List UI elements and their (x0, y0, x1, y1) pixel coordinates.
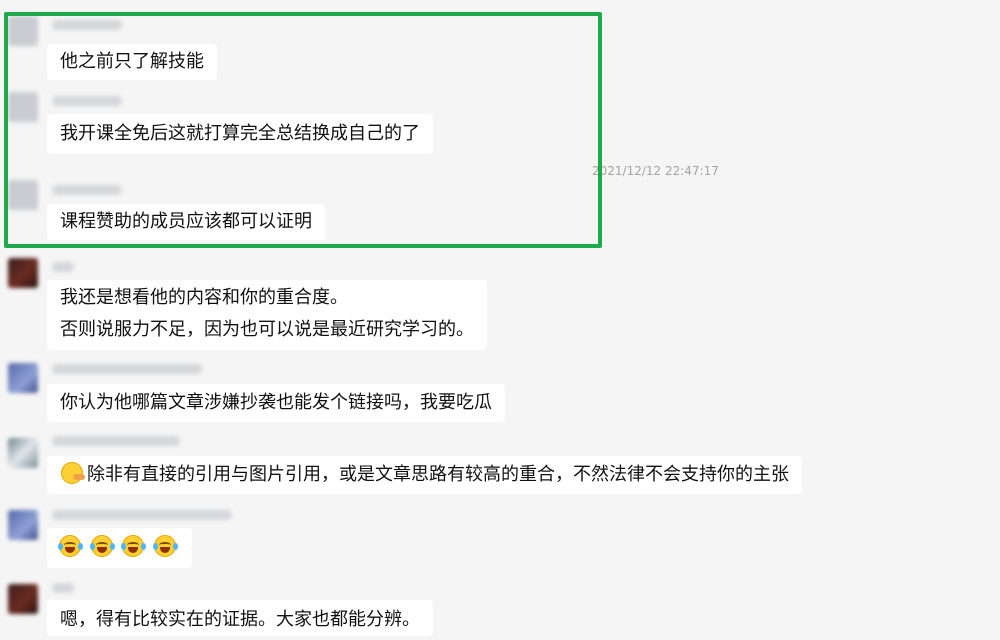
message-bubble[interactable] (47, 528, 193, 568)
message-line: 否则说服力不足，因为也可以说是最近研究学习的。 (60, 319, 474, 340)
message-text: 他之前只了解技能 (60, 51, 204, 72)
message-text: 嗯，得有比较实在的证据。大家也都能分辨。 (60, 609, 420, 630)
laughing-tears-icon (121, 535, 147, 557)
thinking-face-icon (61, 462, 85, 484)
message-bubble[interactable]: 他之前只了解技能 (47, 44, 217, 80)
message-bubble[interactable]: 课程赞助的成员应该都可以证明 (47, 204, 325, 240)
message-line: 我还是想看他的内容和你的重合度。 (60, 287, 348, 308)
message-timestamp: 2021/12/12 22:47:17 (592, 164, 719, 178)
sender-name-blurred (52, 364, 202, 374)
message-text: 课程赞助的成员应该都可以证明 (60, 211, 312, 232)
message-bubble[interactable]: 你认为他哪篇文章涉嫌抄袭也能发个链接吗，我要吃瓜 (47, 384, 505, 422)
sender-name-blurred (52, 20, 122, 30)
sender-name-blurred (52, 185, 122, 195)
message-bubble[interactable]: 我还是想看他的内容和你的重合度。 否则说服力不足，因为也可以说是最近研究学习的。 (47, 280, 487, 350)
avatar[interactable] (8, 584, 38, 614)
message-bubble[interactable]: 我开课全免后这就打算完全总结换成自己的了 (47, 114, 433, 154)
avatar[interactable] (8, 510, 38, 540)
message-bubble[interactable]: 嗯，得有比较实在的证据。大家也都能分辨。 (47, 600, 433, 636)
laughing-tears-icon (89, 535, 115, 557)
sender-name-blurred (52, 436, 180, 446)
chat-message-list[interactable]: 他之前只了解技能 我开课全免后这就打算完全总结换成自己的了 2021/12/12… (0, 0, 1000, 636)
avatar[interactable] (8, 363, 38, 393)
message-text: 除非有直接的引用与图片引用，或是文章思路有较高的重合，不然法律不会支持你的主张 (87, 464, 789, 485)
avatar[interactable] (8, 92, 38, 122)
avatar[interactable] (8, 180, 38, 210)
laughing-tears-icon (153, 535, 179, 557)
avatar[interactable] (8, 258, 38, 288)
sender-name-blurred (52, 96, 122, 106)
message-text: 我开课全免后这就打算完全总结换成自己的了 (60, 123, 420, 144)
message-text: 你认为他哪篇文章涉嫌抄袭也能发个链接吗，我要吃瓜 (60, 392, 492, 413)
laughing-tears-icon (58, 535, 83, 557)
avatar[interactable] (8, 438, 38, 468)
message-bubble[interactable]: 除非有直接的引用与图片引用，或是文章思路有较高的重合，不然法律不会支持你的主张 (47, 456, 802, 494)
sender-name-blurred (52, 583, 74, 593)
sender-name-blurred (52, 262, 74, 272)
sender-name-blurred (52, 510, 232, 520)
avatar[interactable] (8, 16, 38, 46)
